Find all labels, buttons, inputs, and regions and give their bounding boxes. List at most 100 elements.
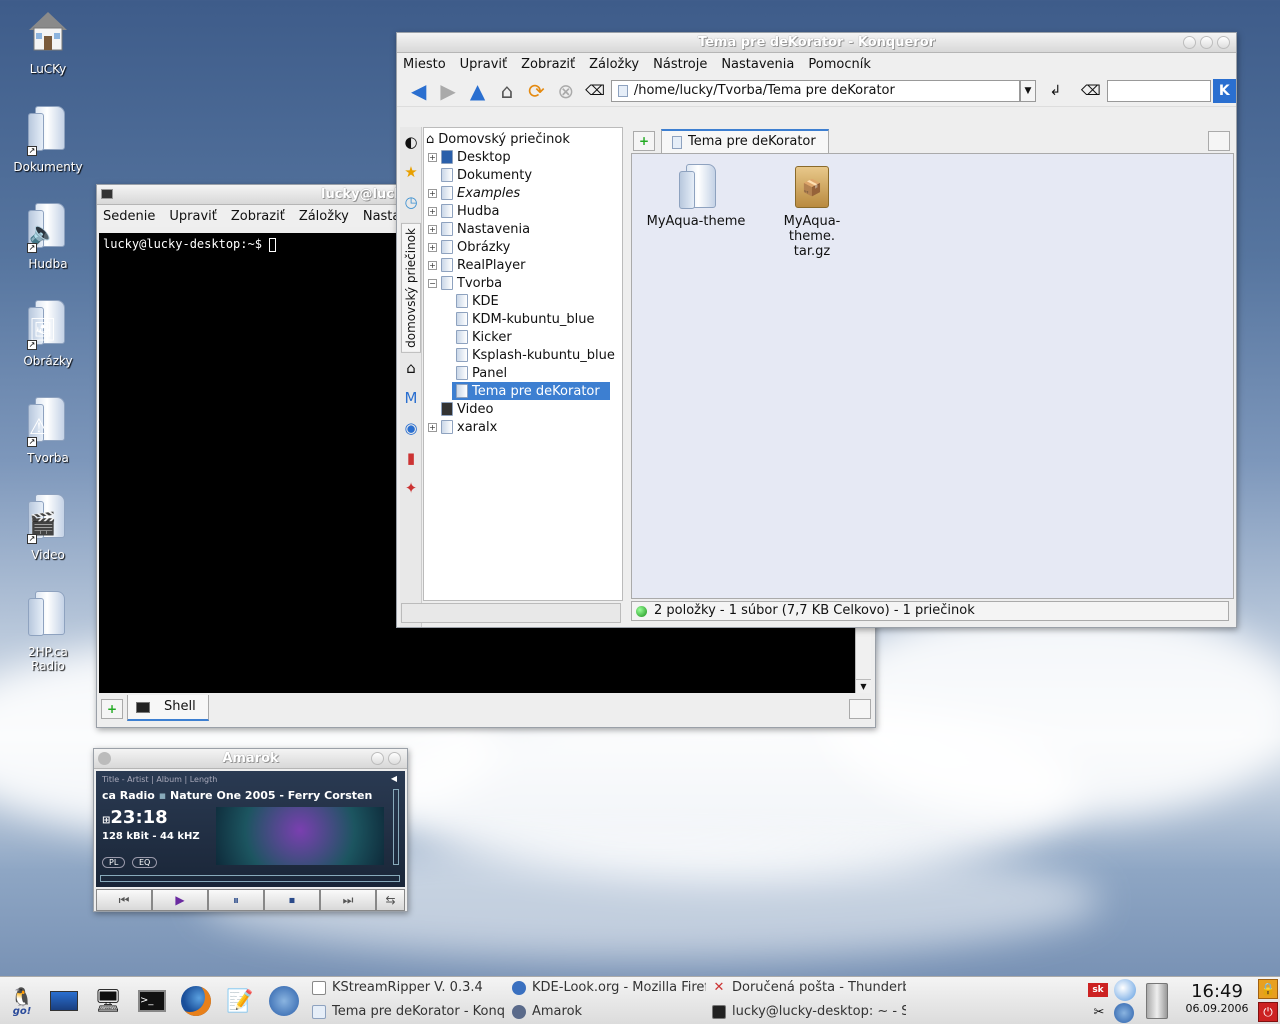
tree-item[interactable]: KDE xyxy=(424,292,622,310)
pause-icon[interactable]: ⏸ xyxy=(208,889,264,911)
tree-item[interactable]: + Desktop xyxy=(424,148,622,166)
back-icon[interactable]: ◀ xyxy=(405,78,432,104)
konqueror-titlebar[interactable]: Tema pre deKorator - Konqueror xyxy=(397,33,1236,53)
computer-icon[interactable]: 🖥 xyxy=(90,983,126,1019)
tree-item[interactable]: + Examples xyxy=(424,184,622,202)
lock-screen-icon[interactable]: 🔒 xyxy=(1258,979,1278,999)
expand-icon[interactable]: + xyxy=(428,260,437,270)
new-session-button[interactable]: + xyxy=(101,699,123,719)
desktop-icon-obrazky[interactable]: 🖼 ↗ Obrázky xyxy=(3,300,93,368)
tree-item[interactable]: − Tvorba xyxy=(424,274,622,292)
expand-icon[interactable]: + xyxy=(428,188,437,198)
home-icon[interactable]: ⌂ xyxy=(401,359,421,383)
menu-item[interactable]: Nastavenia xyxy=(721,57,794,72)
expand-icon[interactable]: + xyxy=(428,242,437,252)
tree-item[interactable]: KDM-kubuntu_blue xyxy=(424,310,622,328)
konqueror-launcher-icon[interactable] xyxy=(266,983,302,1019)
next-icon[interactable]: ⏭ xyxy=(320,889,376,911)
konsole-launcher-icon[interactable]: >_ xyxy=(134,983,170,1019)
klipper-icon[interactable]: ✂ xyxy=(1090,1005,1108,1023)
firefox-icon[interactable] xyxy=(178,983,214,1019)
desktop-icon-hudba[interactable]: 🔈 ↗ Hudba xyxy=(3,203,93,271)
sidebar-tab-home[interactable]: domovský priečinok xyxy=(401,223,421,353)
menu-item[interactable]: Miesto xyxy=(403,57,446,72)
minimize-button[interactable] xyxy=(371,752,384,765)
go-icon[interactable]: ↲ xyxy=(1042,78,1069,104)
clear-location-icon[interactable]: ⌫ xyxy=(581,78,608,104)
tree-item-selected[interactable]: Tema pre deKorator xyxy=(424,382,622,400)
close-button[interactable] xyxy=(1217,36,1230,49)
history-icon[interactable]: ◷ xyxy=(401,193,421,217)
tree-item[interactable]: + Hudba xyxy=(424,202,622,220)
tree-item[interactable]: Ksplash-kubuntu_blue xyxy=(424,346,622,364)
position-slider[interactable] xyxy=(100,875,400,882)
home-icon[interactable]: ⌂ xyxy=(493,78,520,104)
expand-icon[interactable]: + xyxy=(428,224,437,234)
maximize-button[interactable] xyxy=(1200,36,1213,49)
stop-icon[interactable]: ⏹ xyxy=(264,889,320,911)
volume-slider[interactable] xyxy=(393,789,399,865)
bookmarks-sidebar-icon[interactable]: ◐ xyxy=(401,133,421,157)
tree-item[interactable]: + xaralx xyxy=(424,418,622,436)
menu-item[interactable]: Zobraziť xyxy=(521,57,575,72)
expand-icon[interactable]: + xyxy=(428,422,437,432)
expand-icon[interactable]: + xyxy=(428,152,437,162)
amarok-titlebar[interactable]: Amarok xyxy=(94,749,407,769)
collapse-icon[interactable]: − xyxy=(428,278,437,288)
show-desktop-icon[interactable] xyxy=(46,983,82,1019)
search-input[interactable] xyxy=(1106,79,1211,102)
menu-item[interactable]: Záložky xyxy=(589,57,639,72)
task-konsole[interactable]: lucky@lucky-desktop: ~ - Sh xyxy=(712,1001,906,1023)
minimize-button[interactable] xyxy=(1183,36,1196,49)
trash-icon[interactable]: ▮ xyxy=(401,449,421,473)
play-icon[interactable]: ▶ xyxy=(152,889,208,911)
menu-item[interactable]: Záložky xyxy=(299,209,349,224)
desktop-icon-tvorba[interactable]: ⚠ ↗ Tvorba xyxy=(3,397,93,465)
tree-item[interactable]: + Obrázky xyxy=(424,238,622,256)
k-menu-button[interactable]: 🐧 go! xyxy=(4,983,40,1019)
trash-icon[interactable] xyxy=(1146,983,1168,1019)
tree-item[interactable]: Video xyxy=(424,400,622,418)
eq-button[interactable]: EQ xyxy=(132,857,158,868)
reload-icon[interactable]: ⟳ xyxy=(523,78,550,104)
network-icon[interactable]: ◉ xyxy=(401,419,421,443)
pl-button[interactable]: PL xyxy=(102,857,126,868)
new-tab-button[interactable]: + xyxy=(633,131,655,151)
task-kstreamripper[interactable]: KStreamRipper V. 0.3.4 xyxy=(312,977,506,999)
menu-item[interactable]: Zobraziť xyxy=(231,209,285,224)
tree-item[interactable]: Kicker xyxy=(424,328,622,346)
forward-icon[interactable]: ▶ xyxy=(434,78,461,104)
desktop-icon-radio[interactable]: 2HP.ca Radio xyxy=(3,591,93,673)
up-icon[interactable]: ▲ xyxy=(464,78,491,104)
network-tray-icon[interactable] xyxy=(1114,1003,1134,1023)
weather-icon[interactable] xyxy=(1114,979,1136,1001)
scroll-down-icon[interactable]: ▼ xyxy=(856,679,871,693)
file-item[interactable]: MyAqua-theme xyxy=(646,164,746,229)
close-session-button[interactable] xyxy=(849,699,871,719)
clock[interactable]: 16:49 06.09.2006 xyxy=(1182,981,1252,1015)
task-firefox[interactable]: KDE-Look.org - Mozilla Firefo xyxy=(512,977,706,999)
close-button[interactable] xyxy=(388,752,401,765)
close-tab-button[interactable] xyxy=(1208,131,1230,151)
time-display[interactable]: ⊞23:18 xyxy=(102,807,168,828)
menu-item[interactable]: Upraviť xyxy=(169,209,216,224)
file-item[interactable]: 📦 MyAqua-theme. tar.gz xyxy=(762,164,862,259)
previous-icon[interactable]: ⏮ xyxy=(96,889,152,911)
menu-item[interactable]: Nástroje xyxy=(653,57,707,72)
playlist-toggle-icon[interactable]: ⇆ xyxy=(376,889,405,911)
file-view[interactable]: MyAqua-theme 📦 MyAqua-theme. tar.gz xyxy=(631,153,1234,599)
tree-item[interactable]: Panel xyxy=(424,364,622,382)
keyboard-layout-indicator[interactable]: sk xyxy=(1088,983,1108,997)
task-konqueror[interactable]: Tema pre deKorator - Konq xyxy=(312,1001,506,1023)
clear-search-icon[interactable]: ⌫ xyxy=(1077,78,1104,104)
media-icon[interactable]: M xyxy=(401,389,421,413)
desktop-icon-dokumenty[interactable]: ↗ Dokumenty xyxy=(3,106,93,174)
menu-item[interactable]: Pomocník xyxy=(808,57,870,72)
tree-scrollbar[interactable] xyxy=(401,603,621,623)
favorites-icon[interactable]: ★ xyxy=(401,163,421,187)
tree-root[interactable]: ⌂ Domovský priečinok xyxy=(424,130,622,148)
desktop-icon-lucky[interactable]: LuCKy xyxy=(3,8,93,76)
tree-item[interactable]: + Nastavenia xyxy=(424,220,622,238)
stop-icon[interactable]: ⊗ xyxy=(552,78,579,104)
location-input[interactable]: /home/lucky/Tvorba/Tema pre deKorator xyxy=(610,79,1021,102)
